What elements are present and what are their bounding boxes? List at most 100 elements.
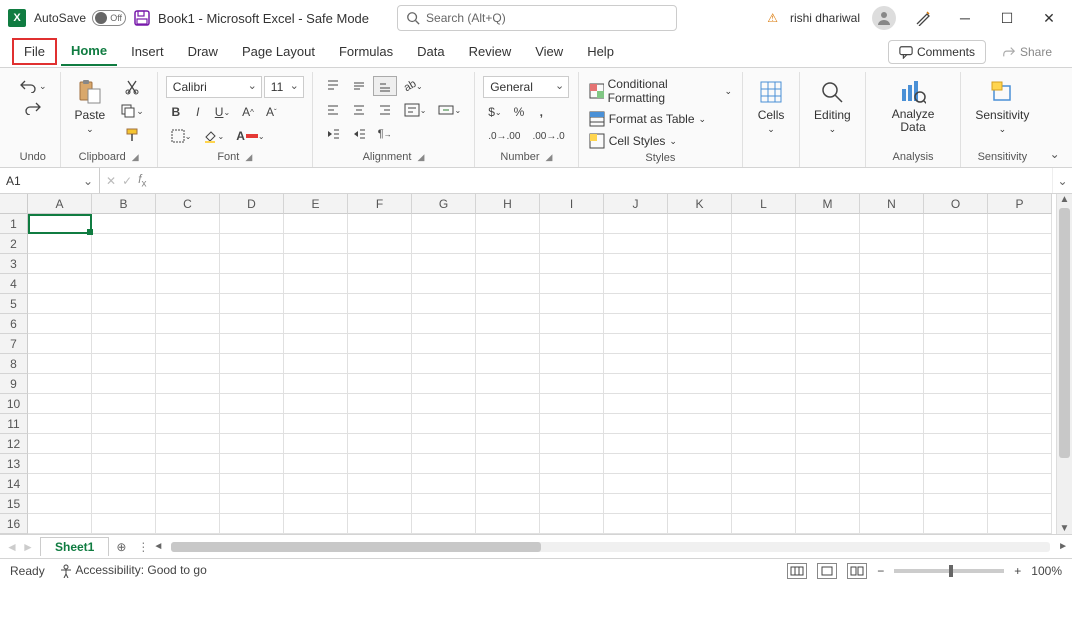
orientation-button[interactable]: ab⌄ bbox=[399, 76, 428, 96]
cell[interactable] bbox=[540, 294, 604, 314]
cell[interactable] bbox=[540, 514, 604, 534]
cell[interactable] bbox=[92, 494, 156, 514]
cell[interactable] bbox=[348, 274, 412, 294]
cell[interactable] bbox=[540, 354, 604, 374]
cell[interactable] bbox=[412, 214, 476, 234]
cell[interactable] bbox=[988, 514, 1052, 534]
fill-color-button[interactable]: ⌄ bbox=[198, 126, 229, 146]
cell[interactable] bbox=[988, 254, 1052, 274]
cell[interactable] bbox=[220, 414, 284, 434]
add-sheet-button[interactable]: ⊕ bbox=[109, 540, 133, 554]
cell[interactable] bbox=[732, 314, 796, 334]
cell[interactable] bbox=[412, 414, 476, 434]
cell[interactable] bbox=[732, 254, 796, 274]
cell[interactable] bbox=[284, 294, 348, 314]
cell[interactable] bbox=[604, 514, 668, 534]
tab-insert[interactable]: Insert bbox=[121, 38, 174, 65]
cell[interactable] bbox=[348, 254, 412, 274]
cell[interactable] bbox=[156, 214, 220, 234]
tab-formulas[interactable]: Formulas bbox=[329, 38, 403, 65]
cell[interactable] bbox=[796, 274, 860, 294]
cell[interactable] bbox=[604, 414, 668, 434]
cell[interactable] bbox=[412, 474, 476, 494]
cell[interactable] bbox=[412, 494, 476, 514]
cell[interactable] bbox=[92, 234, 156, 254]
sheet-tab[interactable]: Sheet1 bbox=[40, 537, 109, 556]
cell[interactable] bbox=[860, 454, 924, 474]
cell[interactable] bbox=[540, 234, 604, 254]
bold-button[interactable]: B bbox=[166, 102, 186, 122]
cell[interactable] bbox=[220, 214, 284, 234]
cell[interactable] bbox=[988, 234, 1052, 254]
cell[interactable] bbox=[92, 414, 156, 434]
cell[interactable] bbox=[92, 354, 156, 374]
cell[interactable] bbox=[348, 234, 412, 254]
close-button[interactable]: ✕ bbox=[1034, 3, 1064, 33]
cell[interactable] bbox=[732, 294, 796, 314]
cell-styles-button[interactable]: Cell Styles⌄ bbox=[587, 132, 679, 150]
row-header[interactable]: 4 bbox=[0, 274, 28, 294]
cell[interactable] bbox=[92, 214, 156, 234]
cell[interactable] bbox=[412, 334, 476, 354]
accessibility-status[interactable]: Accessibility: Good to go bbox=[59, 563, 207, 578]
ink-icon[interactable] bbox=[908, 3, 938, 33]
search-input[interactable]: Search (Alt+Q) bbox=[397, 5, 677, 31]
clipboard-launcher-icon[interactable]: ◢ bbox=[132, 152, 139, 163]
cancel-formula-icon[interactable]: ✕ bbox=[106, 174, 116, 188]
cell[interactable] bbox=[924, 314, 988, 334]
column-header[interactable]: N bbox=[860, 194, 924, 214]
cell[interactable] bbox=[860, 374, 924, 394]
row-header[interactable]: 12 bbox=[0, 434, 28, 454]
redo-button[interactable] bbox=[14, 98, 52, 118]
cell[interactable] bbox=[156, 334, 220, 354]
cell[interactable] bbox=[92, 334, 156, 354]
cell[interactable] bbox=[156, 394, 220, 414]
cell[interactable] bbox=[732, 514, 796, 534]
tab-page-layout[interactable]: Page Layout bbox=[232, 38, 325, 65]
cell[interactable] bbox=[988, 274, 1052, 294]
cell[interactable] bbox=[92, 274, 156, 294]
horizontal-scrollbar[interactable]: ⋮ ◄ ► bbox=[133, 540, 1072, 554]
cell[interactable] bbox=[732, 454, 796, 474]
share-button[interactable]: Share bbox=[994, 41, 1060, 63]
comments-button[interactable]: Comments bbox=[888, 40, 986, 64]
cell[interactable] bbox=[348, 394, 412, 414]
cell[interactable] bbox=[924, 334, 988, 354]
increase-decimal-button[interactable]: .0→.00 bbox=[483, 126, 525, 146]
cell[interactable] bbox=[156, 274, 220, 294]
row-header[interactable]: 5 bbox=[0, 294, 28, 314]
cell[interactable] bbox=[284, 434, 348, 454]
maximize-button[interactable]: ☐ bbox=[992, 3, 1022, 33]
merge-button[interactable]: ⌄ bbox=[433, 100, 466, 120]
cells-button[interactable]: Cells⌄ bbox=[751, 76, 791, 137]
cell[interactable] bbox=[92, 434, 156, 454]
cell[interactable] bbox=[796, 514, 860, 534]
cell[interactable] bbox=[540, 414, 604, 434]
border-button[interactable]: ⌄ bbox=[166, 126, 197, 146]
tab-file[interactable]: File bbox=[12, 38, 57, 65]
cell[interactable] bbox=[732, 394, 796, 414]
cell[interactable] bbox=[988, 354, 1052, 374]
column-header[interactable]: J bbox=[604, 194, 668, 214]
cell[interactable] bbox=[92, 394, 156, 414]
cell[interactable] bbox=[156, 434, 220, 454]
tab-view[interactable]: View bbox=[525, 38, 573, 65]
column-header[interactable]: C bbox=[156, 194, 220, 214]
cell[interactable] bbox=[156, 294, 220, 314]
decrease-decimal-button[interactable]: .00→.0 bbox=[527, 126, 569, 146]
cell[interactable] bbox=[540, 214, 604, 234]
scroll-up-icon[interactable]: ▲ bbox=[1057, 194, 1072, 205]
font-size-select[interactable]: 11 bbox=[264, 76, 304, 98]
comma-button[interactable]: , bbox=[531, 102, 551, 122]
cell[interactable] bbox=[796, 494, 860, 514]
wrap-text-button[interactable]: ⌄ bbox=[399, 100, 432, 120]
cell[interactable] bbox=[284, 414, 348, 434]
cell[interactable] bbox=[220, 334, 284, 354]
row-header[interactable]: 13 bbox=[0, 454, 28, 474]
cell[interactable] bbox=[412, 514, 476, 534]
zoom-in-button[interactable]: + bbox=[1014, 564, 1021, 578]
save-icon[interactable] bbox=[134, 10, 150, 26]
page-break-view-button[interactable] bbox=[847, 563, 867, 579]
paste-button[interactable]: Paste ⌄ bbox=[69, 76, 112, 137]
tab-help[interactable]: Help bbox=[577, 38, 624, 65]
